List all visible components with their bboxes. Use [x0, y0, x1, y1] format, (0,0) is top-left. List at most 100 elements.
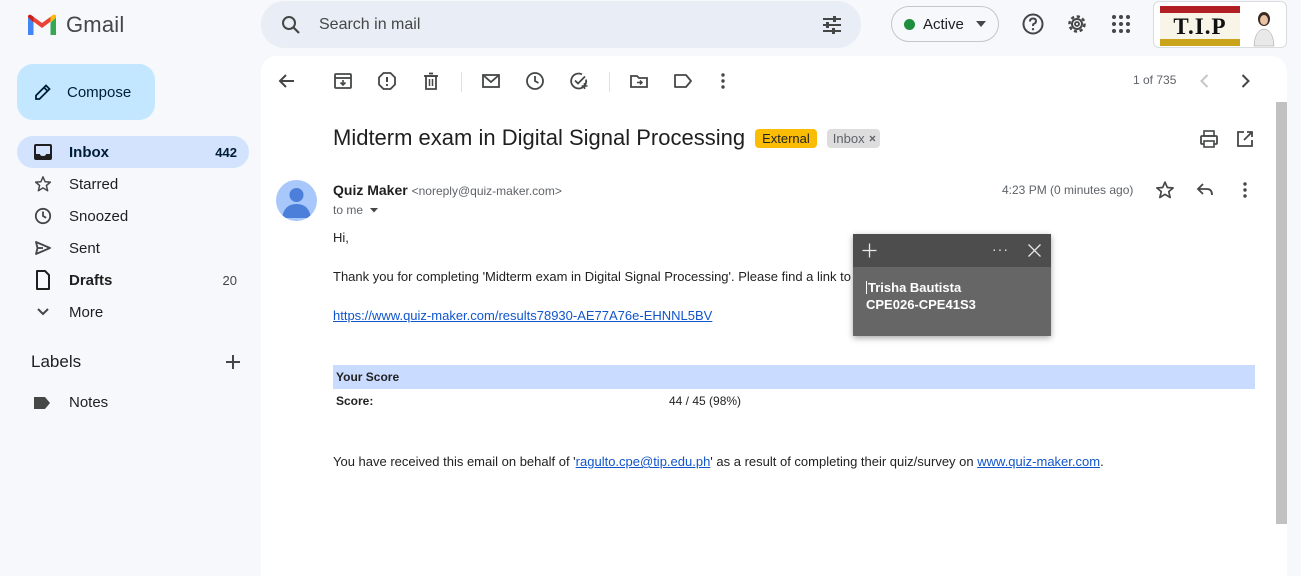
note-line-2: CPE026-CPE41S3: [866, 297, 976, 312]
sidebar-item-label: Snoozed: [69, 207, 129, 225]
sticky-note-titlebar[interactable]: ···: [853, 234, 1051, 267]
account-logo-button[interactable]: T.I.P: [1153, 1, 1287, 48]
sticky-note-content[interactable]: Trisha Bautista CPE026-CPE41S3: [866, 279, 976, 313]
label-name: Notes: [69, 394, 109, 411]
pagination-text: 1 of 735: [1133, 73, 1177, 87]
apps-grid-icon[interactable]: [1109, 12, 1133, 36]
add-task-icon[interactable]: [569, 71, 589, 91]
send-icon: [33, 238, 53, 258]
gmail-wordmark: Gmail: [66, 12, 125, 37]
more-vert-icon[interactable]: [713, 71, 733, 91]
recipient-dropdown[interactable]: to me: [333, 203, 381, 217]
star-icon[interactable]: [1155, 180, 1175, 200]
open-in-new-window-icon[interactable]: [1235, 129, 1255, 149]
sidebar-item-snoozed[interactable]: Snoozed: [17, 200, 249, 232]
subject-text: Midterm exam in Digital Signal Processin…: [333, 125, 746, 150]
email-thank-you-text: Thank you for completing 'Midterm exam i…: [333, 269, 851, 284]
status-dot: [904, 18, 915, 30]
footer-site-link[interactable]: www.quiz-maker.com: [977, 454, 1100, 469]
email-footer: You have received this email on behalf o…: [333, 454, 1104, 469]
sidebar-item-sent[interactable]: Sent: [17, 232, 249, 264]
tip-logo-image: T.I.P: [1160, 6, 1284, 47]
snooze-icon[interactable]: [525, 71, 545, 91]
draft-icon: [33, 270, 53, 290]
text-cursor: [866, 281, 867, 294]
label-item-notes[interactable]: Notes: [33, 394, 108, 411]
back-arrow-icon[interactable]: [277, 71, 297, 91]
status-label: Active: [923, 15, 964, 33]
settings-icon[interactable]: [1065, 12, 1089, 36]
more-vert-icon[interactable]: [1235, 180, 1255, 200]
score-label: Score:: [336, 394, 373, 408]
close-icon[interactable]: [1028, 244, 1041, 257]
sidebar-item-label: Sent: [69, 239, 100, 257]
score-table-header: Your Score: [333, 365, 1255, 389]
email-view: 1 of 735 Midterm exam in Digital Signal …: [261, 56, 1287, 576]
more-options-icon[interactable]: ···: [992, 241, 1009, 257]
inbox-chip-label: Inbox: [832, 130, 865, 146]
sticky-note-window[interactable]: ··· Trisha Bautista CPE026-CPE41S3: [853, 234, 1051, 336]
label-icon: [34, 396, 50, 409]
mark-unread-icon[interactable]: [481, 71, 501, 91]
scrollbar[interactable]: [1276, 102, 1287, 524]
email-timestamp: 4:23 PM (0 minutes ago): [1002, 183, 1134, 197]
score-label-text: Score:: [336, 394, 374, 408]
labels-header: Labels: [31, 352, 241, 372]
chevron-down-icon: [33, 302, 53, 322]
inbox-label-chip[interactable]: Inbox: [826, 128, 880, 148]
add-label-icon[interactable]: [225, 354, 241, 370]
caret-down-icon: [975, 21, 986, 27]
recipient-label: to me: [333, 203, 364, 217]
external-badge: External: [755, 128, 817, 148]
sidebar-item-drafts[interactable]: Drafts 20: [17, 264, 249, 296]
reply-icon[interactable]: [1195, 180, 1215, 200]
tune-icon[interactable]: [821, 14, 843, 36]
star-icon: [33, 174, 53, 194]
compose-label: Compose: [67, 83, 132, 101]
close-icon[interactable]: [869, 135, 876, 142]
delete-icon[interactable]: [421, 71, 441, 91]
email-greeting: Hi,: [333, 230, 349, 245]
move-to-icon[interactable]: [629, 71, 649, 91]
sender-info: Quiz Maker <noreply@quiz-maker.com>: [333, 182, 562, 198]
clock-icon: [33, 206, 53, 226]
gmail-logo[interactable]: Gmail: [26, 12, 124, 38]
sidebar-item-label: Drafts: [69, 271, 113, 289]
footer-suffix: .: [1100, 454, 1104, 469]
footer-prefix: You have received this email on behalf o…: [333, 454, 576, 469]
print-icon[interactable]: [1199, 129, 1219, 149]
unread-count: 442: [215, 144, 237, 160]
pencil-icon: [35, 84, 51, 100]
help-icon[interactable]: [1021, 12, 1045, 36]
report-spam-icon[interactable]: [377, 71, 397, 91]
sidebar-item-inbox[interactable]: Inbox 442: [17, 136, 249, 168]
labels-title: Labels: [31, 352, 82, 371]
result-link-container: https://www.quiz-maker.com/results78930-…: [333, 308, 712, 323]
archive-icon[interactable]: [333, 71, 353, 91]
chevron-left-icon[interactable]: [1195, 71, 1215, 91]
chevron-right-icon[interactable]: [1235, 71, 1255, 91]
add-note-icon[interactable]: [862, 243, 877, 258]
result-link[interactable]: https://www.quiz-maker.com/results78930-…: [333, 308, 712, 323]
label-icon[interactable]: [673, 71, 693, 91]
sender-avatar[interactable]: [276, 180, 317, 221]
sidebar-item-more[interactable]: More: [17, 296, 249, 328]
toolbar-divider: [461, 72, 462, 92]
sidebar-nav: Inbox 442 Starred Snoozed Sent Drafts 20…: [17, 136, 249, 328]
inbox-icon: [33, 142, 53, 162]
status-dropdown[interactable]: Active: [891, 6, 999, 42]
sender-name[interactable]: Quiz Maker: [333, 182, 408, 198]
sidebar-item-label: Inbox: [69, 143, 109, 161]
gmail-m-icon: [28, 14, 56, 35]
footer-middle: ' as a result of completing their quiz/s…: [710, 454, 978, 469]
sidebar-item-starred[interactable]: Starred: [17, 168, 249, 200]
footer-email-link[interactable]: ragulto.cpe@tip.edu.ph: [576, 454, 711, 469]
compose-button[interactable]: Compose: [17, 64, 155, 120]
search-icon[interactable]: [279, 13, 303, 37]
search-bar[interactable]: [261, 1, 861, 48]
caret-down-icon: [370, 208, 379, 213]
search-input[interactable]: [317, 11, 797, 39]
email-subject: Midterm exam in Digital Signal Processin…: [333, 125, 880, 151]
score-value: 44 / 45 (98%): [669, 394, 742, 408]
draft-count: 20: [222, 272, 237, 288]
